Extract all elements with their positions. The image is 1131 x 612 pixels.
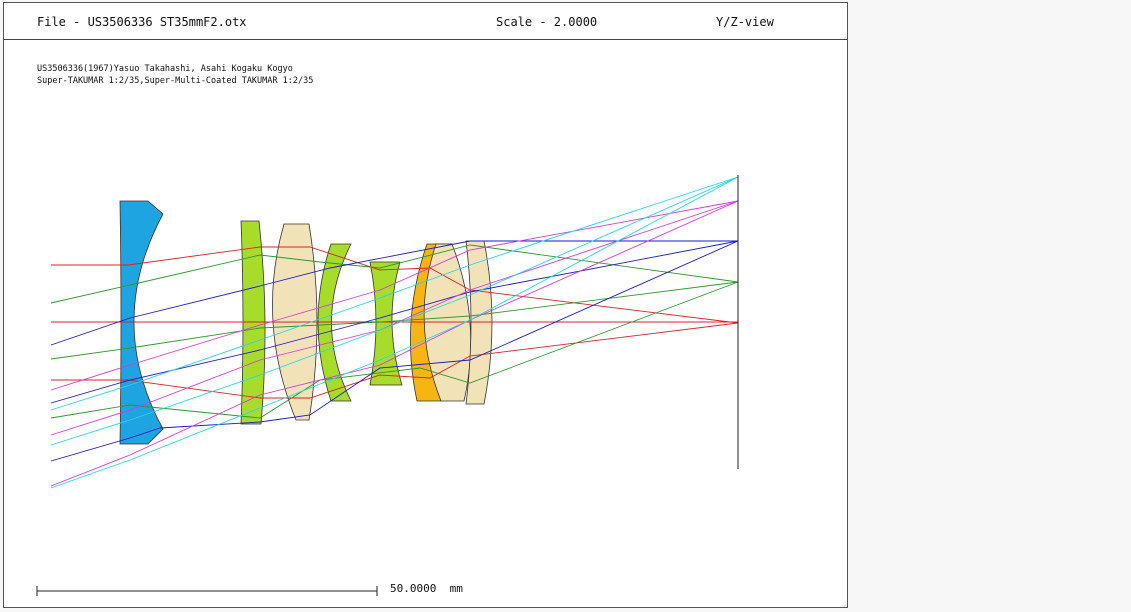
- ray-bundle-magenta: [50, 200, 739, 487]
- scale-bar-label: 50.0000 mm: [390, 582, 463, 595]
- scale-bar: [36, 586, 378, 596]
- lens-element-2: [240, 220, 266, 425]
- lens-elements: [119, 200, 493, 445]
- lens-diagram: [36, 175, 739, 596]
